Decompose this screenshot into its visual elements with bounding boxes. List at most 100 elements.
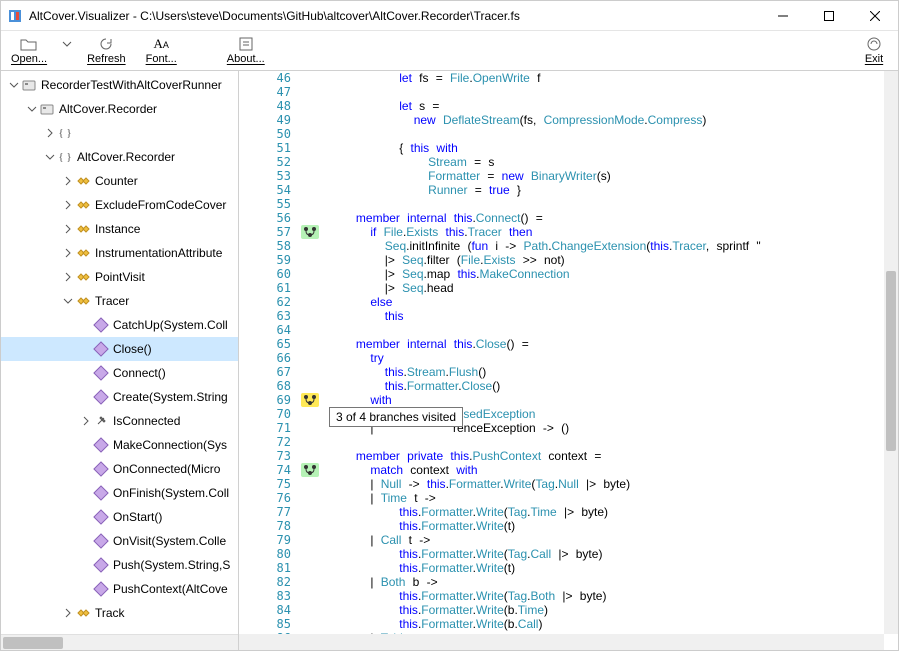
method-icon [93,509,109,525]
expander-icon[interactable] [61,248,75,258]
expander-icon[interactable] [61,176,75,186]
cls-icon [75,269,91,285]
chevron-down-icon [62,35,72,53]
tree-item[interactable]: Connect() [1,361,238,385]
tree-label: IsConnected [113,414,180,428]
tree-item[interactable]: MakeConnection(Sys [1,433,238,457]
tree-item[interactable]: CatchUp(System.Coll [1,313,238,337]
tree-item[interactable]: OnConnected(Micro [1,457,238,481]
tree-item[interactable]: PointVisit [1,265,238,289]
tree-view[interactable]: RecorderTestWithAltCoverRunnerAltCover.R… [1,71,238,634]
open-button[interactable]: Open... [1,33,57,67]
tree-item[interactable]: InstrumentationAttribute [1,241,238,265]
code-line: let fs = File.OpenWrite f [327,71,884,85]
sidebar-hscroll[interactable] [1,634,238,650]
expander-icon[interactable] [7,80,21,90]
code-line [327,127,884,141]
tree-item[interactable]: Create(System.String [1,385,238,409]
tree-label: Counter [95,174,138,188]
tree-item[interactable]: OnVisit(System.Colle [1,529,238,553]
tree-item[interactable]: Track [1,601,238,625]
tree-label: Track [95,606,125,620]
expander-icon[interactable] [61,272,75,282]
expander-icon[interactable] [61,608,75,618]
expander-icon[interactable] [25,104,39,114]
minimize-button[interactable] [760,1,806,31]
window-title: AltCover.Visualizer - C:\Users\steve\Doc… [29,9,760,23]
open-dropdown[interactable] [57,33,77,55]
open-icon [20,35,38,53]
tree-item[interactable]: Tracer [1,289,238,313]
expander-icon[interactable] [61,296,75,306]
tree-label: CatchUp(System.Coll [113,318,228,332]
editor-vscroll[interactable] [884,71,898,634]
about-icon [238,35,254,53]
method-icon [93,437,109,453]
refresh-button[interactable]: Refresh [77,33,136,67]
tree-item[interactable]: AltCover.Recorder [1,97,238,121]
line-number: 76 [239,491,291,505]
tree-label: PushContext(AltCove [113,582,228,596]
branch-mark-icon[interactable] [301,225,319,239]
code-line: member internal this.Close() = [327,337,884,351]
font-label: Font... [146,53,177,65]
code-line: member internal this.Connect() = [327,211,884,225]
line-number: 66 [239,351,291,365]
tree-label: OnConnected(Micro [113,462,220,476]
code-line: | Time t -> [327,491,884,505]
close-button[interactable] [852,1,898,31]
tree-item[interactable]: OnFinish(System.Coll [1,481,238,505]
code-line: this.Formatter.Write(Tag.Both |> byte) [327,589,884,603]
tree-label: Create(System.String [113,390,228,404]
code-editor[interactable]: 4647484950515253545556575859606162636465… [239,71,898,650]
tree-item[interactable]: Push(System.String,S [1,553,238,577]
branch-mark-icon[interactable] [301,463,319,477]
tree-item[interactable]: OnStart() [1,505,238,529]
line-number: 47 [239,85,291,99]
tree-item[interactable]: IsConnected [1,409,238,433]
tree-label: MakeConnection(Sys [113,438,227,452]
branch-tooltip: 3 of 4 branches visited [329,407,463,427]
method-icon [93,557,109,573]
expander-icon[interactable] [61,200,75,210]
tree-item[interactable]: { }AltCover.Recorder [1,145,238,169]
code-line [327,435,884,449]
exit-label: Exit [865,53,883,65]
code-line: if File.Exists this.Tracer then [327,225,884,239]
tree-item[interactable]: Close() [1,337,238,361]
tree-item[interactable]: ExcludeFromCodeCover [1,193,238,217]
maximize-button[interactable] [806,1,852,31]
branch-mark-icon[interactable] [301,393,319,407]
line-number: 55 [239,197,291,211]
refresh-icon [98,35,114,53]
expander-icon[interactable] [43,152,57,162]
tree-item[interactable]: PushContext(AltCove [1,577,238,601]
line-number: 60 [239,267,291,281]
method-icon [93,533,109,549]
exit-icon [866,35,882,53]
tree-item[interactable]: RecorderTestWithAltCoverRunner [1,73,238,97]
tree-label: Connect() [113,366,166,380]
exit-button[interactable]: Exit [850,33,898,67]
code-line: this [327,309,884,323]
line-number: 74 [239,463,291,477]
assembly-icon [39,101,55,117]
expander-icon[interactable] [61,224,75,234]
code-line: | Null -> this.Formatter.Write(Tag.Null … [327,477,884,491]
tree-item[interactable]: { } [1,121,238,145]
about-button[interactable]: About... [217,33,275,67]
code-line: |> Seq.map this.MakeConnection [327,267,884,281]
font-button[interactable]: AA Font... [136,33,187,67]
expander-icon[interactable] [79,416,93,426]
editor-hscroll[interactable] [239,634,884,650]
line-number: 67 [239,365,291,379]
line-number: 73 [239,449,291,463]
tree-label: Close() [113,342,152,356]
code-line: |> Seq.head [327,281,884,295]
tree-item[interactable]: Counter [1,169,238,193]
method-icon [93,485,109,501]
cls-icon [75,197,91,213]
code-line: this.Formatter.Write(b.Time) [327,603,884,617]
tree-item[interactable]: Instance [1,217,238,241]
expander-icon[interactable] [43,128,57,138]
